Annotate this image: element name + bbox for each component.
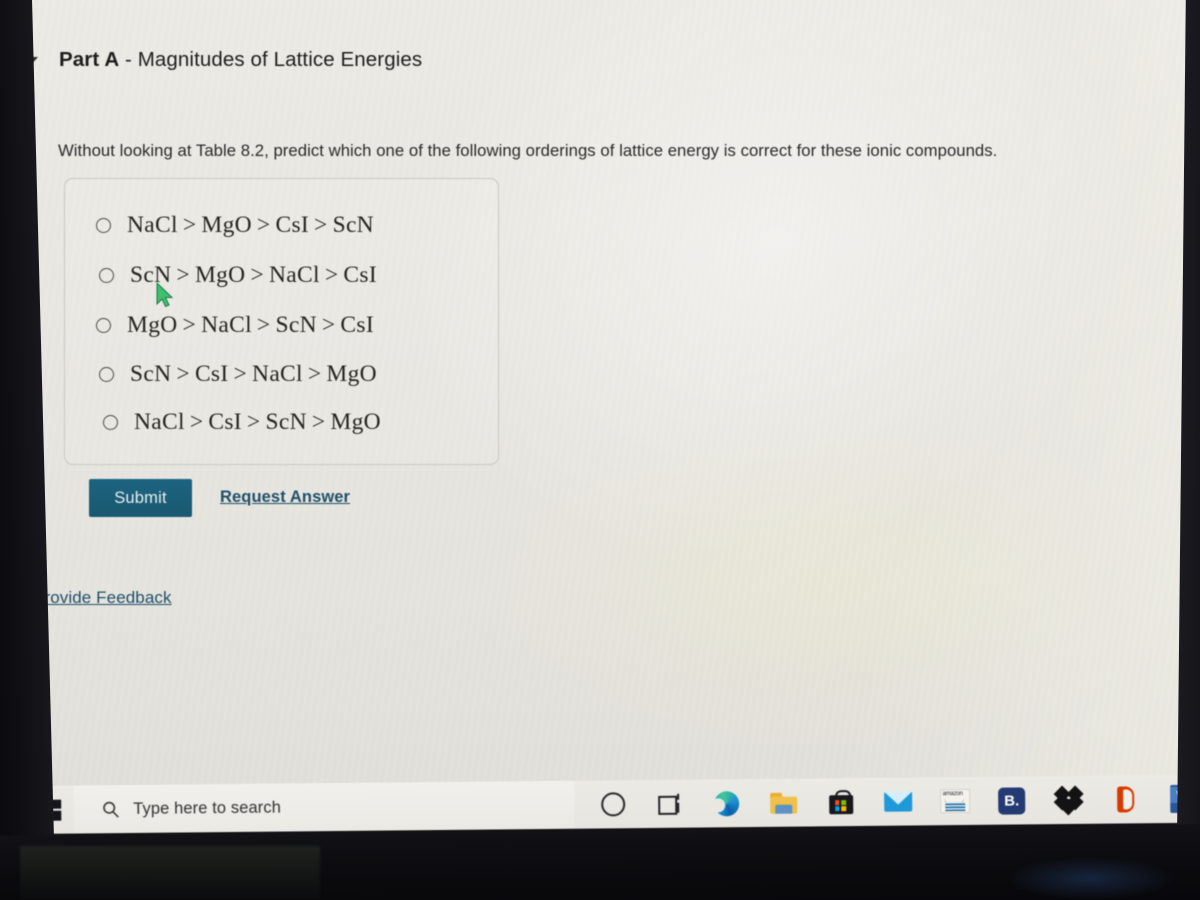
microsoft-store-icon[interactable]	[812, 778, 869, 827]
laptop-deck-reflection	[1010, 846, 1200, 900]
mail-icon[interactable]	[869, 777, 926, 826]
cortana-icon[interactable]	[584, 780, 641, 829]
answer-option-d-label: ScN > CsI > NaCl > MgO	[130, 361, 377, 387]
microsoft-word-icon[interactable]: W	[1154, 775, 1200, 824]
part-header: Part A - Magnitudes of Lattice Energies	[20, 48, 422, 72]
submit-button[interactable]: Submit	[89, 479, 192, 517]
question-text: Without looking at Table 8.2, predict wh…	[58, 141, 998, 160]
blackboard-icon-label: B.	[998, 786, 1026, 815]
part-label: Part A	[59, 48, 120, 71]
provide-feedback-link[interactable]: Provide Feedback	[33, 588, 172, 608]
radio-button-e[interactable]	[103, 415, 118, 430]
radio-button-b[interactable]	[99, 268, 114, 283]
title-separator: -	[125, 48, 132, 71]
laptop-deck	[20, 846, 320, 900]
amazon-icon[interactable]: amazon	[926, 777, 983, 826]
screen-color-cast	[420, 390, 1200, 780]
search-icon	[103, 801, 119, 818]
answer-option-a-label: NaCl > MgO > CsI > ScN	[127, 212, 374, 238]
answer-option-b-label: ScN > MgO > NaCl > CsI	[130, 262, 377, 288]
radio-button-a[interactable]	[96, 218, 111, 233]
radio-button-d[interactable]	[99, 367, 114, 382]
answer-option-d[interactable]: ScN > CsI > NaCl > MgO	[99, 361, 377, 388]
answer-option-e-label: NaCl > CsI > ScN > MgO	[134, 409, 381, 435]
search-placeholder-label: Type here to search	[133, 798, 282, 818]
answer-option-c[interactable]: MgO > NaCl > ScN > CsI	[96, 312, 374, 339]
answer-option-e[interactable]: NaCl > CsI > ScN > MgO	[103, 409, 381, 436]
search-input[interactable]: Type here to search	[73, 780, 575, 834]
microsoft-edge-icon[interactable]	[698, 779, 755, 828]
answer-option-c-label: MgO > NaCl > ScN > CsI	[127, 312, 374, 338]
laptop-screen-photo: Part A - Magnitudes of Lattice Energies …	[0, 0, 1200, 900]
chevron-down-icon[interactable]	[20, 56, 38, 67]
windows-taskbar: Type here to search amazon B. W	[26, 774, 1200, 834]
windows-logo-icon	[39, 799, 61, 821]
taskbar-icons: amazon B. W	[584, 775, 1200, 829]
file-explorer-icon[interactable]	[755, 778, 812, 827]
task-view-icon[interactable]	[641, 780, 698, 829]
start-button[interactable]	[26, 786, 74, 834]
part-subtitle: Magnitudes of Lattice Energies	[137, 48, 423, 71]
page-title: Part A - Magnitudes of Lattice Energies	[59, 48, 422, 72]
dropbox-icon[interactable]	[1040, 776, 1097, 825]
answer-option-b[interactable]: ScN > MgO > NaCl > CsI	[99, 262, 377, 289]
blackboard-icon[interactable]: B.	[983, 776, 1040, 825]
screen-bezel-bottom	[0, 824, 1200, 900]
word-icon-label: W	[1176, 787, 1189, 803]
radio-button-c[interactable]	[96, 318, 111, 333]
answer-option-a[interactable]: NaCl > MgO > CsI > ScN	[96, 212, 374, 239]
request-answer-link[interactable]: Request Answer	[220, 488, 350, 507]
microsoft-office-icon[interactable]	[1097, 775, 1154, 824]
